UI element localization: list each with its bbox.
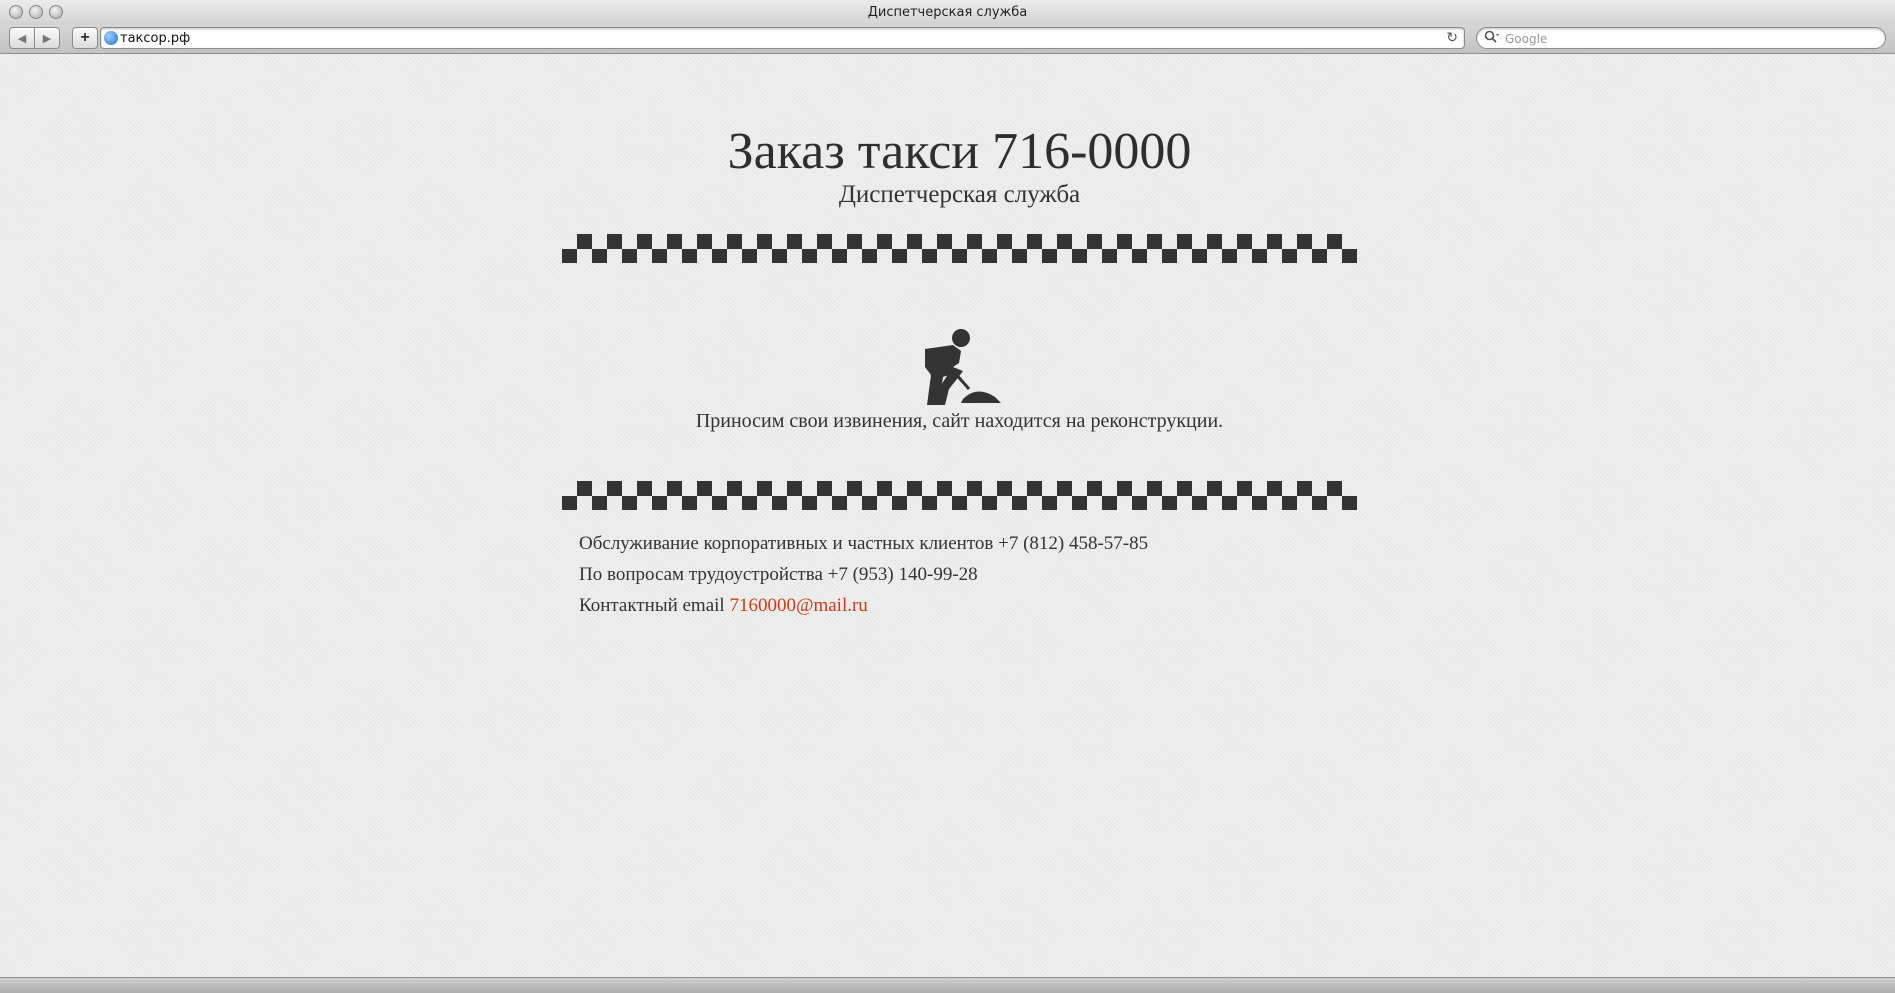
window-status-strip <box>0 977 1895 993</box>
back-arrow-icon: ◀ <box>17 32 27 45</box>
email-label: Контактный email <box>579 595 725 616</box>
back-button[interactable]: ◀ <box>9 27 35 49</box>
construction-worker-icon <box>925 329 1001 405</box>
search-bar[interactable] <box>1476 27 1886 49</box>
corporate-label: Обслуживание корпоративных и частных кли… <box>579 533 994 554</box>
browser-toolbar: ◀ ▶ + таксор.рф ↻ <box>0 25 1895 54</box>
search-input[interactable] <box>1503 30 1877 48</box>
magnifier-glyph <box>1484 30 1499 43</box>
checker-strip-bottom <box>562 481 1357 510</box>
window-titlebar: Диспетчерская служба <box>0 0 1895 26</box>
forward-button[interactable]: ▶ <box>34 27 60 49</box>
add-bookmark-button[interactable]: + <box>72 27 98 49</box>
page-headline: Заказ такси 716-0000 <box>727 123 1192 180</box>
contact-line-corporate: Обслуживание корпоративных и частных кли… <box>579 528 1349 559</box>
jobs-label: По вопросам трудоустройства <box>579 564 823 585</box>
jobs-phone: +7 (953) 140-99-28 <box>827 564 978 585</box>
forward-arrow-icon: ▶ <box>42 32 52 45</box>
search-icon <box>1484 30 1500 47</box>
globe-icon <box>104 31 118 45</box>
contact-line-jobs: По вопросам трудоустройства +7 (953) 140… <box>579 559 1349 590</box>
url-text[interactable]: таксор.рф <box>120 31 190 46</box>
email-link[interactable]: 7160000@mail.ru <box>729 595 867 616</box>
page-viewport: Заказ такси 716-0000 Диспетчерская служб… <box>0 54 1895 977</box>
reload-icon[interactable]: ↻ <box>1446 29 1458 46</box>
page-subheadline: Диспетчерская служба <box>838 181 1081 208</box>
contacts-block: Обслуживание корпоративных и частных кли… <box>579 528 1349 621</box>
address-bar[interactable]: таксор.рф ↻ <box>100 27 1465 49</box>
checker-strip-top <box>562 234 1357 263</box>
plus-icon: + <box>80 29 90 46</box>
contact-line-email: Контактный email 7160000@mail.ru <box>579 590 1349 621</box>
corporate-phone: +7 (812) 458-57-85 <box>998 533 1149 554</box>
reconstruction-message: Приносим свои извинения, сайт находится … <box>695 410 1224 432</box>
window-title: Диспетчерская служба <box>867 5 1028 20</box>
